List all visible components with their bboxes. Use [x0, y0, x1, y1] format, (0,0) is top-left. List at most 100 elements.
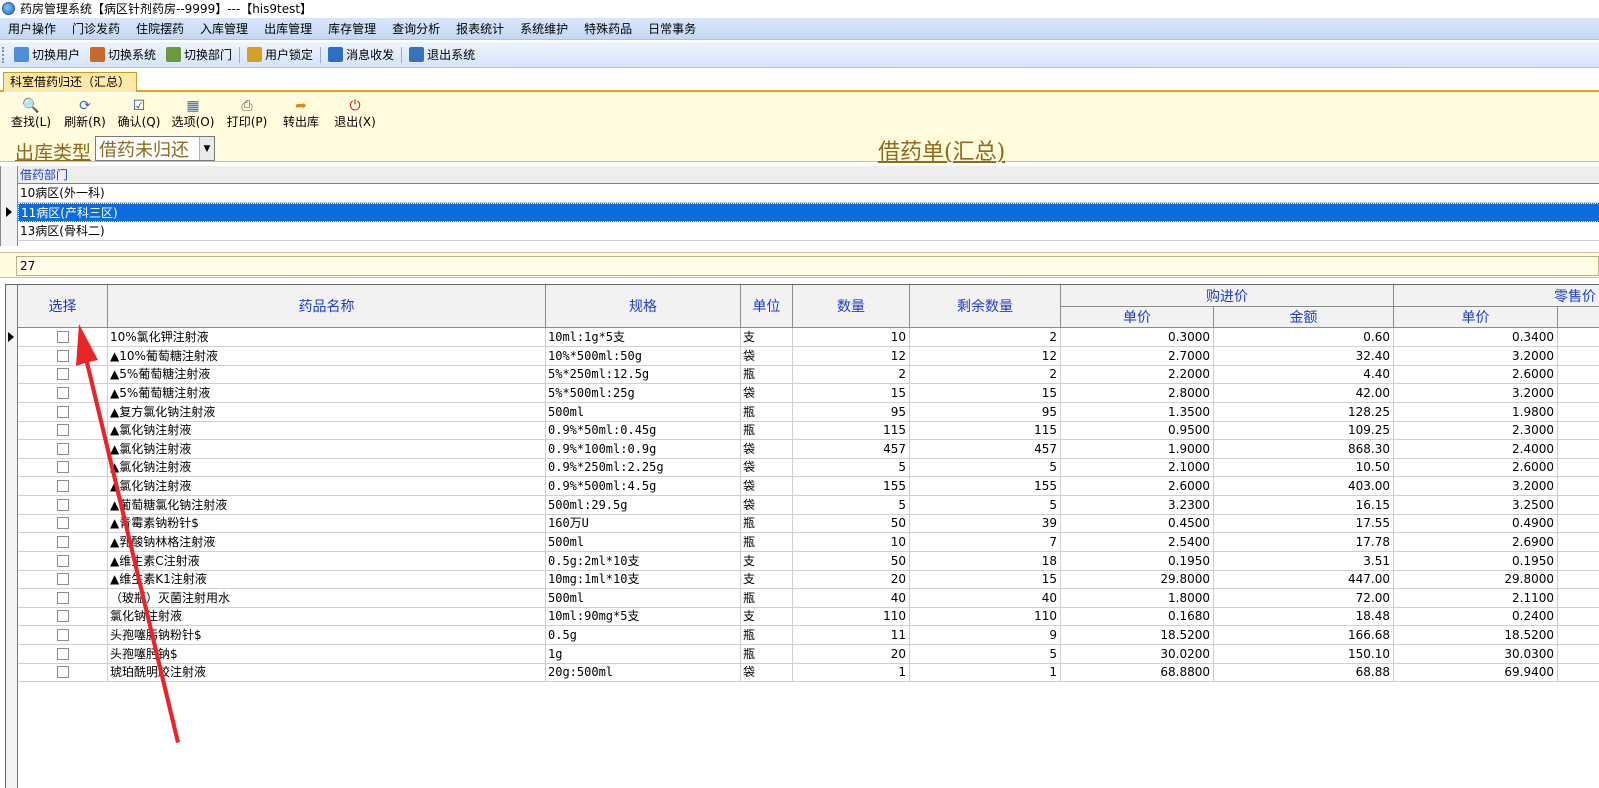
- drug-name-cell[interactable]: ▲10%葡萄糖注射液: [108, 347, 546, 366]
- retail-price-cell[interactable]: 2.6000: [1394, 365, 1558, 384]
- remaining-cell[interactable]: 457: [910, 440, 1061, 459]
- unit-cell[interactable]: 支: [741, 570, 793, 589]
- purchase-price-cell[interactable]: 0.4500: [1061, 514, 1214, 533]
- select-checkbox[interactable]: [56, 573, 69, 585]
- purchase-price-cell[interactable]: 2.1000: [1061, 458, 1214, 477]
- menu-item-8[interactable]: 系统维护: [512, 18, 576, 40]
- spec-cell[interactable]: 160万U: [546, 514, 741, 533]
- menu-item-9[interactable]: 特殊药品: [576, 18, 640, 40]
- header-purchase-group[interactable]: 购进价: [1061, 285, 1394, 307]
- spec-cell[interactable]: 500ml: [546, 589, 741, 608]
- purchase-price-cell[interactable]: 0.3000: [1061, 328, 1214, 347]
- remaining-cell[interactable]: 2: [910, 328, 1061, 347]
- retail-price-cell[interactable]: 2.4000: [1394, 440, 1558, 459]
- retail-price-cell[interactable]: 30.0300: [1394, 645, 1558, 664]
- quantity-cell[interactable]: 12: [793, 347, 910, 366]
- toolbar-grip[interactable]: [2, 46, 5, 63]
- unit-cell[interactable]: 袋: [741, 458, 793, 477]
- retail-price-cell[interactable]: 0.3400: [1394, 328, 1558, 347]
- purchase-amount-cell[interactable]: 150.10: [1214, 645, 1394, 664]
- spec-cell[interactable]: 0.9%*100ml:0.9g: [546, 440, 741, 459]
- header-drug-name[interactable]: 药品名称: [108, 285, 546, 328]
- select-cell[interactable]: [18, 663, 108, 682]
- department-column-header[interactable]: 借药部门: [18, 166, 1599, 184]
- spec-cell[interactable]: 5%*250ml:12.5g: [546, 365, 741, 384]
- quantity-cell[interactable]: 95: [793, 403, 910, 422]
- drug-name-cell[interactable]: 头孢噻肟钠粉针$: [108, 626, 546, 645]
- quantity-cell[interactable]: 155: [793, 477, 910, 496]
- select-cell[interactable]: [18, 626, 108, 645]
- purchase-price-cell[interactable]: 2.7000: [1061, 347, 1214, 366]
- select-cell[interactable]: [18, 440, 108, 459]
- toolbar-button-0[interactable]: 切换用户: [9, 44, 85, 66]
- spec-cell[interactable]: 0.9%*50ml:0.45g: [546, 421, 741, 440]
- menu-item-0[interactable]: 用户操作: [0, 18, 64, 40]
- retail-price-cell[interactable]: 1.9800: [1394, 403, 1558, 422]
- unit-cell[interactable]: 袋: [741, 347, 793, 366]
- retail-price-cell[interactable]: 3.2000: [1394, 347, 1558, 366]
- unit-cell[interactable]: 支: [741, 328, 793, 347]
- unit-cell[interactable]: 袋: [741, 440, 793, 459]
- drug-name-cell[interactable]: ▲5%葡萄糖注射液: [108, 365, 546, 384]
- quantity-cell[interactable]: 1: [793, 663, 910, 682]
- spec-cell[interactable]: 10mg:1ml*10支: [546, 570, 741, 589]
- spec-cell[interactable]: 10ml:1g*5支: [546, 328, 741, 347]
- remaining-cell[interactable]: 95: [910, 403, 1061, 422]
- select-cell[interactable]: [18, 347, 108, 366]
- remaining-cell[interactable]: 5: [910, 496, 1061, 515]
- quantity-cell[interactable]: 2: [793, 365, 910, 384]
- purchase-price-cell[interactable]: 2.8000: [1061, 384, 1214, 403]
- purchase-price-cell[interactable]: 1.8000: [1061, 589, 1214, 608]
- header-quantity[interactable]: 数量: [793, 285, 910, 328]
- purchase-price-cell[interactable]: 2.2000: [1061, 365, 1214, 384]
- header-retail-group[interactable]: 零售价: [1394, 285, 1599, 307]
- select-checkbox[interactable]: [56, 610, 69, 622]
- header-remaining[interactable]: 剩余数量: [910, 285, 1061, 328]
- purchase-amount-cell[interactable]: 109.25: [1214, 421, 1394, 440]
- action-button-4[interactable]: ⎙ 打印(P): [220, 96, 274, 132]
- purchase-amount-cell[interactable]: 42.00: [1214, 384, 1394, 403]
- purchase-price-cell[interactable]: 2.5400: [1061, 533, 1214, 552]
- drug-name-cell[interactable]: ▲青霉素钠粉针$: [108, 514, 546, 533]
- unit-cell[interactable]: 袋: [741, 384, 793, 403]
- remaining-cell[interactable]: 39: [910, 514, 1061, 533]
- quantity-cell[interactable]: 15: [793, 384, 910, 403]
- select-checkbox[interactable]: [56, 368, 69, 380]
- unit-cell[interactable]: 瓶: [741, 645, 793, 664]
- spec-cell[interactable]: 10%*500ml:50g: [546, 347, 741, 366]
- menu-item-10[interactable]: 日常事务: [640, 18, 704, 40]
- select-checkbox[interactable]: [56, 592, 69, 604]
- quantity-cell[interactable]: 457: [793, 440, 910, 459]
- purchase-price-cell[interactable]: 0.1680: [1061, 607, 1214, 626]
- unit-cell[interactable]: 瓶: [741, 514, 793, 533]
- remaining-cell[interactable]: 5: [910, 458, 1061, 477]
- spec-cell[interactable]: 0.9%*250ml:2.25g: [546, 458, 741, 477]
- remaining-cell[interactable]: 15: [910, 384, 1061, 403]
- menu-item-7[interactable]: 报表统计: [448, 18, 512, 40]
- unit-cell[interactable]: 瓶: [741, 626, 793, 645]
- purchase-amount-cell[interactable]: 0.60: [1214, 328, 1394, 347]
- select-cell[interactable]: [18, 570, 108, 589]
- unit-cell[interactable]: 袋: [741, 496, 793, 515]
- spec-cell[interactable]: 500ml:29.5g: [546, 496, 741, 515]
- select-checkbox[interactable]: [56, 461, 69, 473]
- remaining-cell[interactable]: 9: [910, 626, 1061, 645]
- select-cell[interactable]: [18, 403, 108, 422]
- retail-price-cell[interactable]: 0.4900: [1394, 514, 1558, 533]
- spec-cell[interactable]: 1g: [546, 645, 741, 664]
- purchase-amount-cell[interactable]: 16.15: [1214, 496, 1394, 515]
- remaining-cell[interactable]: 1: [910, 663, 1061, 682]
- remaining-cell[interactable]: 7: [910, 533, 1061, 552]
- select-cell[interactable]: [18, 552, 108, 571]
- purchase-amount-cell[interactable]: 868.30: [1214, 440, 1394, 459]
- purchase-amount-cell[interactable]: 72.00: [1214, 589, 1394, 608]
- action-button-3[interactable]: ▦ 选项(O): [166, 96, 220, 132]
- unit-cell[interactable]: 瓶: [741, 533, 793, 552]
- unit-cell[interactable]: 瓶: [741, 403, 793, 422]
- toolbar-button-4[interactable]: 消息收发: [323, 44, 399, 66]
- unit-cell[interactable]: 瓶: [741, 589, 793, 608]
- quantity-cell[interactable]: 10: [793, 328, 910, 347]
- header-select[interactable]: 选择: [18, 285, 108, 328]
- drug-name-cell[interactable]: 琥珀酰明胶注射液: [108, 663, 546, 682]
- remaining-cell[interactable]: 110: [910, 607, 1061, 626]
